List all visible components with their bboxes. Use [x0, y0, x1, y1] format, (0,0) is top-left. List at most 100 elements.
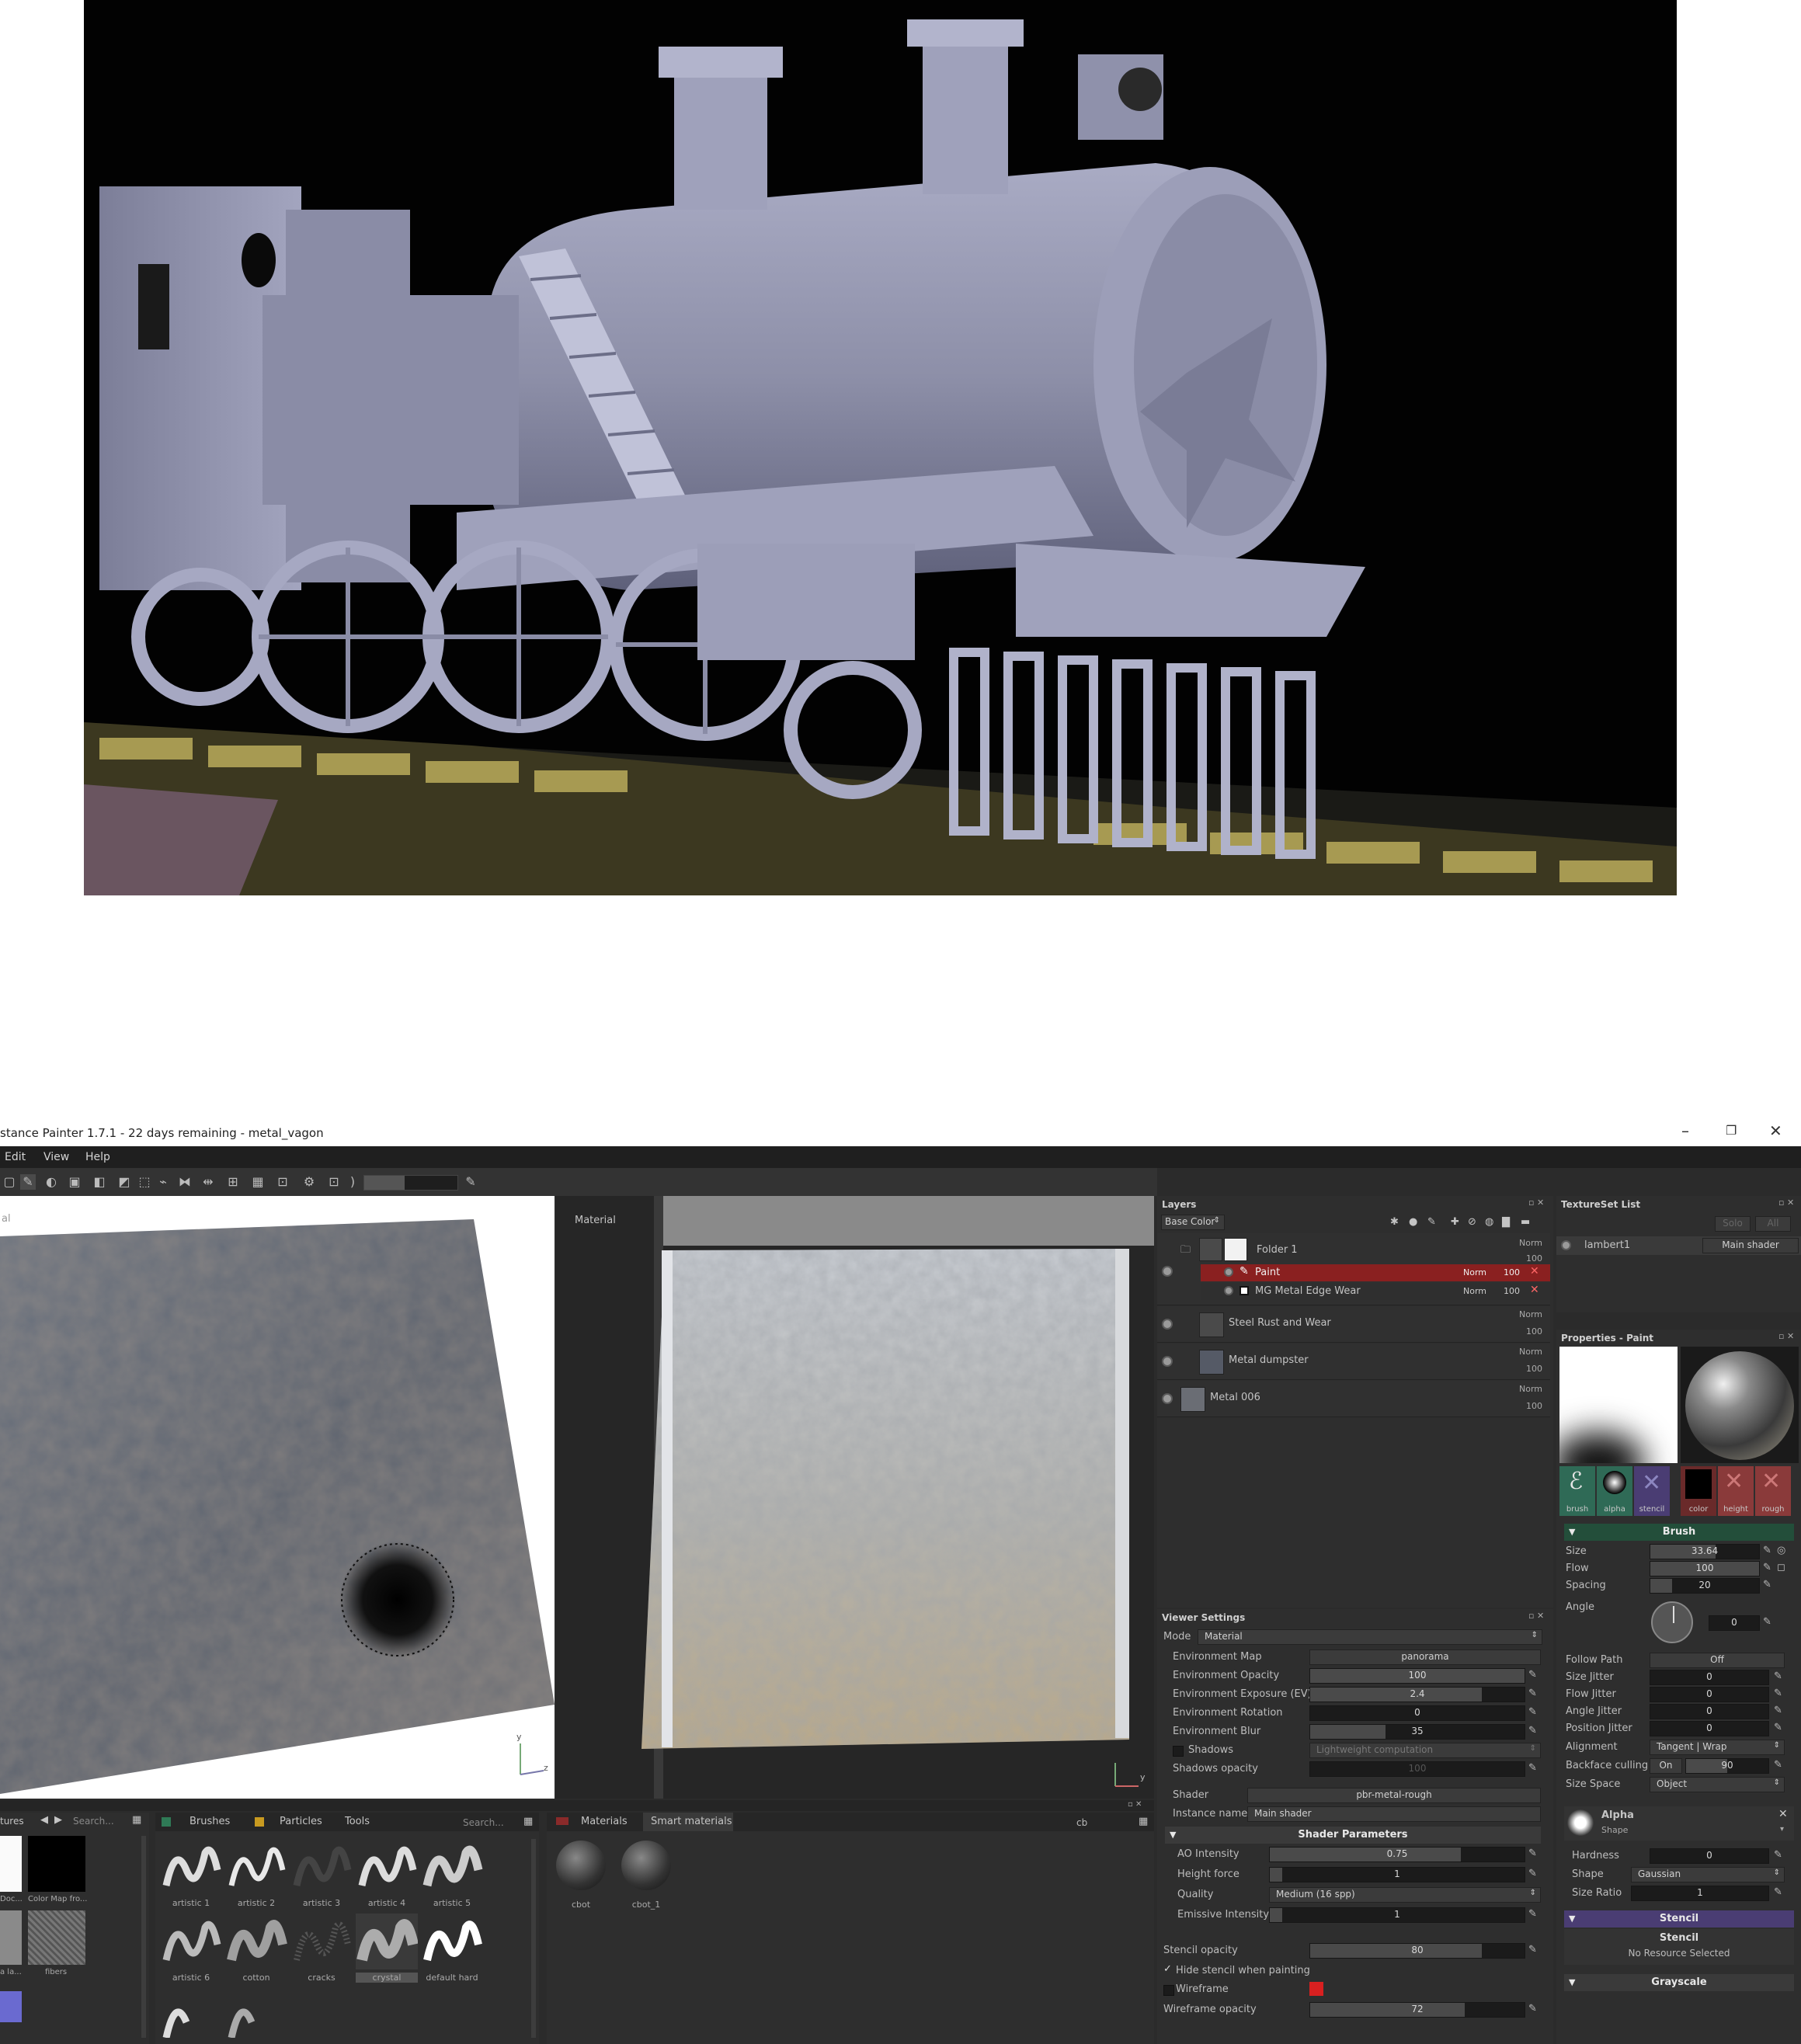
texture-thumb-fibers[interactable] — [28, 1910, 85, 1965]
stencil-section-header[interactable]: ▼ Stencil — [1564, 1910, 1794, 1928]
layer-opacity[interactable]: 100 — [1526, 1326, 1542, 1337]
size-slider[interactable]: 33.64 — [1650, 1544, 1760, 1559]
edit-icon[interactable]: ✎ — [1528, 1868, 1539, 1879]
brush-tile[interactable]: ℰ brush — [1559, 1466, 1595, 1516]
particles-tab[interactable]: Particles — [280, 1816, 322, 1827]
visibility-eye-icon[interactable] — [1162, 1266, 1173, 1277]
smudge-icon[interactable]: ◩ — [116, 1174, 132, 1190]
layer-mg-metal-edge-wear[interactable]: MG Metal Edge Wear Norm 100 ✕ — [1201, 1283, 1550, 1300]
all-button[interactable]: All — [1755, 1216, 1791, 1232]
tools-tab[interactable]: Tools — [345, 1816, 370, 1827]
delete-icon[interactable]: ✕ — [1530, 1265, 1539, 1278]
brush-preset-row3-a[interactable] — [160, 1991, 222, 2039]
visibility-eye-icon[interactable] — [1162, 1356, 1173, 1367]
textureset-shader-dropdown[interactable]: Main shader — [1702, 1238, 1799, 1253]
layer-folder-1[interactable]: 🗀 Folder 1 Norm 100 ✎ Paint Norm 100 ✕ M… — [1157, 1233, 1550, 1305]
edit-icon[interactable]: ✎ — [1528, 1909, 1539, 1920]
wireframe-opacity-slider[interactable]: 72 — [1309, 2002, 1525, 2018]
menu-help[interactable]: Help — [85, 1151, 110, 1163]
env-opacity-slider[interactable]: 100 — [1309, 1668, 1525, 1684]
add-effect-icon[interactable]: ✚ — [1451, 1216, 1459, 1228]
edit-icon[interactable]: ✎ — [1774, 1705, 1785, 1716]
edit-icon[interactable]: ✎ — [1774, 1671, 1785, 1682]
symmetry-icon[interactable]: ⧓ — [177, 1174, 193, 1190]
symmetry-mode-icon[interactable]: ⇹ — [200, 1174, 216, 1190]
delete-layer-icon[interactable]: ▬ — [1521, 1216, 1530, 1228]
size-ratio-slider[interactable]: 1 — [1631, 1886, 1769, 1901]
brush-preset-cotton[interactable] — [225, 1914, 287, 1969]
panel-float-icon[interactable]: ▫ ✕ — [1128, 1800, 1142, 1809]
stencil-resource-slot[interactable]: Stencil No Resource Selected — [1564, 1929, 1794, 1965]
brush-preset-crystal[interactable] — [356, 1914, 419, 1969]
roughness-tile[interactable]: ✕ rough — [1755, 1466, 1791, 1516]
layer-fill-icon[interactable]: ● — [1409, 1216, 1417, 1228]
color-tile[interactable]: color — [1681, 1466, 1716, 1516]
info-icon[interactable]: ) — [345, 1174, 360, 1190]
materials-tab[interactable]: Materials — [581, 1816, 628, 1827]
add-mask-icon[interactable]: ⊘ — [1468, 1216, 1476, 1228]
env-blur-slider[interactable]: 35 — [1309, 1724, 1525, 1740]
layer-opacity[interactable]: 100 — [1504, 1286, 1520, 1296]
channel-dropdown[interactable]: Base Color ⇕ — [1161, 1215, 1225, 1230]
flow-jitter-slider[interactable]: 0 — [1650, 1687, 1769, 1702]
grid-view-icon[interactable]: ▦ — [1139, 1816, 1148, 1827]
layer-blend[interactable]: Norm — [1519, 1309, 1542, 1319]
texture-thumb-color-map[interactable] — [28, 1836, 85, 1892]
panel-float-icon[interactable]: ▫ ✕ — [1778, 1198, 1794, 1208]
follow-path-toggle[interactable]: Off — [1650, 1653, 1785, 1668]
edit-icon[interactable]: ✎ — [1774, 1887, 1785, 1898]
brush-preset-artistic-1[interactable] — [160, 1839, 222, 1895]
edit-icon[interactable]: ✎ — [1528, 1688, 1539, 1699]
toolbar-value-field[interactable] — [363, 1175, 458, 1191]
brushes-search[interactable]: Search... — [463, 1817, 504, 1828]
layer-blend[interactable]: Norm — [1519, 1238, 1542, 1248]
next-arrow-icon[interactable]: ▶ — [54, 1814, 62, 1826]
edit-icon[interactable]: ✎ — [1774, 1688, 1785, 1699]
panel-float-icon[interactable]: ▫ ✕ — [1778, 1331, 1794, 1341]
edit-icon[interactable]: ✎ — [1763, 1545, 1774, 1556]
env-rotation-slider[interactable]: 0 — [1309, 1705, 1525, 1721]
mode-dropdown[interactable]: Material ⇕ — [1198, 1629, 1542, 1645]
layer-blend[interactable]: Norm — [1463, 1286, 1486, 1296]
visibility-eye-icon[interactable] — [1561, 1240, 1571, 1250]
scrollbar[interactable] — [531, 1839, 536, 2038]
grayscale-section-header[interactable]: ▼ Grayscale — [1564, 1974, 1794, 1991]
toolbar-edit-icon[interactable]: ✎ — [463, 1174, 478, 1190]
stencil-opacity-slider[interactable]: 80 — [1309, 1943, 1525, 1959]
shadows-opacity-slider[interactable]: 100 — [1309, 1761, 1525, 1777]
layer-opacity[interactable]: 100 — [1526, 1364, 1542, 1374]
grid-view-icon[interactable]: ▦ — [523, 1816, 533, 1827]
texture-thumb-doc[interactable] — [0, 1836, 22, 1892]
spacing-slider[interactable]: 20 — [1650, 1578, 1760, 1594]
edit-icon[interactable]: ✎ — [1528, 1707, 1539, 1718]
env-exposure-slider[interactable]: 2.4 — [1309, 1687, 1525, 1702]
materials-search[interactable]: cb — [1076, 1817, 1087, 1828]
edit-icon[interactable]: ✎ — [1763, 1580, 1774, 1590]
clone-icon[interactable]: ⬚ — [137, 1174, 152, 1190]
emissive-intensity-slider[interactable]: 1 — [1269, 1907, 1525, 1923]
remove-icon[interactable]: ✕ — [1778, 1808, 1788, 1820]
material-preset-cbot-1[interactable] — [621, 1841, 671, 1890]
panel-float-icon[interactable]: ▫ ✕ — [1528, 1198, 1544, 1208]
visibility-eye-icon[interactable] — [1162, 1393, 1173, 1404]
layer-blend[interactable]: Norm — [1463, 1267, 1486, 1278]
chevron-down-icon[interactable]: ▾ — [1780, 1825, 1784, 1834]
smart-materials-tab[interactable]: Smart materials — [651, 1816, 732, 1827]
brush-preset-artistic-6[interactable] — [160, 1914, 222, 1969]
textures-search[interactable]: Search... — [73, 1816, 114, 1827]
viewport-3d[interactable]: al y z — [0, 1196, 555, 1799]
layer-blend[interactable]: Norm — [1519, 1384, 1542, 1394]
screenshot-icon[interactable]: ⊡ — [326, 1174, 342, 1190]
frame-icon[interactable]: ⊡ — [275, 1174, 290, 1190]
pressure-icon[interactable]: ◻ — [1777, 1563, 1788, 1573]
shader-button[interactable]: pbr-metal-rough — [1247, 1788, 1541, 1803]
edit-icon[interactable]: ✎ — [1528, 1726, 1539, 1736]
angle-jitter-slider[interactable]: 0 — [1650, 1704, 1769, 1719]
brush-preset-artistic-4[interactable] — [356, 1839, 418, 1895]
textures-tab[interactable]: tures — [0, 1816, 24, 1827]
brush-preset-row3-b[interactable] — [225, 1991, 287, 2039]
grid-icon[interactable]: ▦ — [250, 1174, 266, 1190]
shadows-dropdown[interactable]: Lightweight computation ⇕ — [1309, 1743, 1541, 1758]
close-button[interactable]: ✕ — [1769, 1121, 1782, 1140]
ao-intensity-slider[interactable]: 0.75 — [1269, 1847, 1525, 1862]
